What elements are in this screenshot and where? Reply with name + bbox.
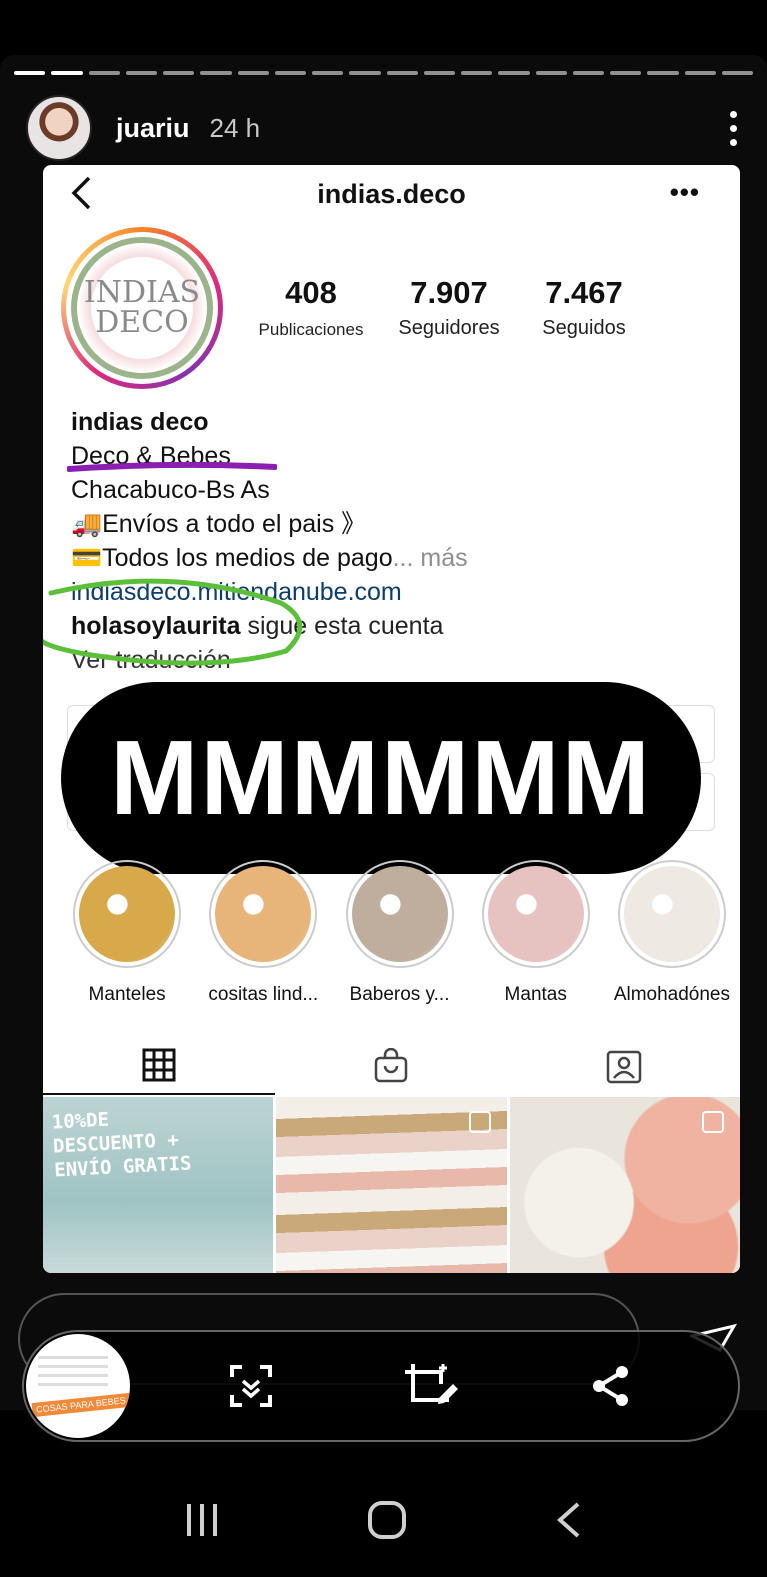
more-link: ... más <box>392 544 468 572</box>
tab-tagged <box>508 1037 740 1095</box>
progress-segment <box>721 71 753 75</box>
stat-following: 7.467 Seguidos <box>525 275 643 340</box>
profile-picture: INDIAS DECO <box>61 227 223 389</box>
back-icon <box>69 175 93 221</box>
highlight-item: Mantas <box>468 860 604 1006</box>
stat-value: 7.907 <box>410 275 488 310</box>
screenshot-toolbar: COSAS PARA BEBES <box>22 1330 740 1442</box>
story-highlights: Manteles cositas lind... Baberos y... Ma… <box>59 860 740 1006</box>
progress-segment <box>125 71 157 75</box>
text-sticker: MMMMMM <box>61 682 701 874</box>
bio-line: 🚚Envíos a todo el pais 》 <box>71 510 367 538</box>
posts-grid: 10%DE DESCUENTO + ENVÍO GRATIS <box>43 1097 740 1273</box>
progress-segment <box>312 71 344 75</box>
highlight-item: Manteles <box>59 860 195 1006</box>
highlight-thumbnail <box>351 866 448 962</box>
post-thumbnail: 10%DE DESCUENTO + ENVÍO GRATIS <box>43 1097 274 1273</box>
tagged-user-icon <box>606 1050 642 1084</box>
recent-apps-icon[interactable] <box>184 1502 220 1538</box>
bio-line: 💳Todos los medios de pago <box>71 544 393 572</box>
profile-stats: 408 Publicaciones 7.907 Seguidores 7.467… <box>249 275 643 340</box>
progress-segment <box>163 71 195 75</box>
crop-edit-button[interactable] <box>396 1351 466 1421</box>
share-button[interactable] <box>576 1351 646 1421</box>
profile-logo: INDIAS DECO <box>71 237 213 379</box>
bio-line-with-more: 💳Todos los medios de pago... más <box>71 541 468 575</box>
bio-name: indias deco <box>71 408 209 436</box>
stat-value: 408 <box>285 275 337 310</box>
post-thumbnail <box>276 1097 507 1273</box>
progress-segment <box>88 71 120 75</box>
story-progress-bar <box>14 71 753 75</box>
highlight-thumbnail <box>215 866 312 962</box>
progress-segment <box>610 71 642 75</box>
progress-segment <box>647 71 679 75</box>
green-circle-annotation <box>43 578 303 666</box>
progress-segment <box>461 71 493 75</box>
progress-segment <box>274 71 306 75</box>
progress-segment <box>14 71 46 75</box>
profile-username: indias.deco <box>317 178 466 209</box>
progress-segment <box>572 71 604 75</box>
preview-tag: COSAS PARA BEBES <box>31 1392 130 1418</box>
story-more-icon[interactable] <box>730 110 737 146</box>
purple-underline-annotation <box>67 461 277 472</box>
progress-segment <box>535 71 567 75</box>
shared-profile-screenshot: indias.deco ••• INDIAS DECO 408 Publicac… <box>43 165 740 1273</box>
progress-segment <box>200 71 232 75</box>
progress-segment <box>498 71 530 75</box>
sticker-text: MMMMMM <box>110 718 652 837</box>
progress-segment <box>237 71 269 75</box>
story-time: 24 h <box>209 112 261 143</box>
profile-top-bar: indias.deco ••• <box>43 165 740 223</box>
progress-segment <box>51 71 83 75</box>
stat-label: Seguidores <box>398 317 500 339</box>
shopping-bag-icon <box>468 1111 491 1133</box>
bio-line: Chacabuco-Bs As <box>71 476 270 504</box>
shopping-bag-icon <box>375 1048 408 1083</box>
highlight-label: Baberos y... <box>349 984 450 1005</box>
grid-icon <box>142 1048 176 1082</box>
highlight-label: Manteles <box>88 984 166 1005</box>
progress-segment <box>349 71 381 75</box>
back-nav-icon[interactable] <box>554 1500 584 1540</box>
progress-segment <box>684 71 716 75</box>
system-navigation-bar <box>0 1480 767 1560</box>
story-avatar[interactable] <box>26 95 92 161</box>
stat-followers: 7.907 Seguidores <box>389 275 509 340</box>
screenshot-preview[interactable]: COSAS PARA BEBES <box>26 1334 130 1438</box>
post-thumbnail <box>509 1097 740 1273</box>
highlight-item: Almohadónes <box>604 860 740 1006</box>
highlight-thumbnail <box>487 866 584 962</box>
stat-value: 7.467 <box>545 275 623 310</box>
home-icon[interactable] <box>367 1500 407 1540</box>
progress-segment <box>423 71 455 75</box>
promo-text: 10%DE DESCUENTO + ENVÍO GRATIS <box>51 1103 192 1182</box>
stat-posts: 408 Publicaciones <box>249 275 373 340</box>
scroll-capture-button[interactable] <box>216 1351 286 1421</box>
story-header: juariu 24 h <box>26 95 737 161</box>
scroll-capture-icon <box>230 1365 272 1407</box>
highlight-item: Baberos y... <box>331 860 467 1006</box>
highlight-label: cositas lind... <box>208 984 319 1005</box>
stat-label: Publicaciones <box>258 320 364 339</box>
progress-segment <box>386 71 418 75</box>
tab-shop <box>275 1037 507 1095</box>
profile-tabs <box>43 1037 740 1095</box>
crop-edit-icon <box>405 1364 458 1404</box>
highlight-item: cositas lind... <box>195 860 331 1006</box>
more-icon: ••• <box>669 177 700 207</box>
tab-grid <box>43 1037 276 1095</box>
story-username[interactable]: juariu <box>116 113 190 144</box>
highlight-label: Almohadónes <box>613 984 731 1005</box>
highlight-thumbnail <box>623 866 720 962</box>
highlight-label: Mantas <box>504 984 567 1005</box>
highlight-thumbnail <box>79 866 176 962</box>
shopping-bag-icon <box>701 1111 724 1133</box>
share-icon <box>593 1366 628 1406</box>
stat-label: Seguidos <box>542 317 626 339</box>
